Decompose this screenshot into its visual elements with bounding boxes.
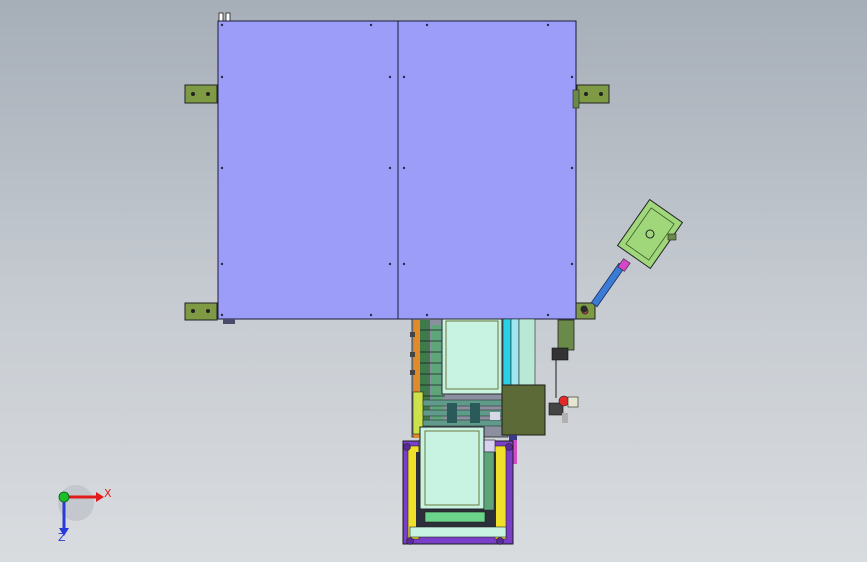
left-panel [217,20,399,320]
x-axis-label: X [104,487,112,500]
carrier-plate [441,318,503,395]
cover-plate [217,20,580,324]
coordinate-triad: X Z [58,485,112,544]
cylinder-assembly [580,198,684,313]
lower-carrier-plate [419,426,485,510]
sensor-cluster [548,319,579,423]
z-axis-label: Z [58,531,66,544]
bracket-top-right [576,84,610,104]
lower-frame-station [402,426,514,545]
cad-top-view: X Z [58,12,684,545]
y-axis-dot [58,491,70,503]
right-panel [397,20,577,320]
control-box [501,384,546,436]
bracket-bottom-left [184,302,218,321]
bracket-top-left [184,84,218,104]
